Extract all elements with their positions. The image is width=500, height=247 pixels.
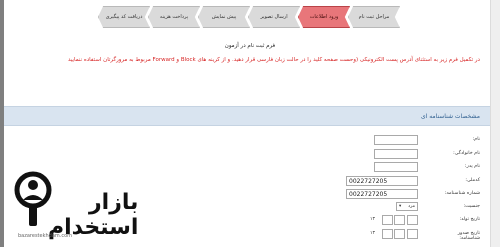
father-label: نام پدر:: [464, 164, 480, 169]
step-tracking-code[interactable]: دریافت کد پیگیری: [98, 6, 150, 28]
step-upload-image[interactable]: ارسال تصویر: [248, 6, 300, 28]
national-code-label: کدملی:: [465, 178, 480, 183]
gender-value: مرد: [408, 204, 415, 209]
gender-label: جنسیت:: [463, 204, 480, 209]
birth-month-input[interactable]: [394, 215, 405, 225]
section-header: مشخصات شناسنامه ای: [4, 106, 490, 126]
step-label: مراحل ثبت نام: [358, 14, 390, 20]
name-input[interactable]: [374, 135, 418, 145]
step-label: ورود اطلاعات: [309, 14, 339, 20]
right-scrollbar[interactable]: [490, 0, 500, 247]
step-label: ارسال تصویر: [260, 14, 288, 20]
chevron-down-icon: ▾: [399, 204, 402, 209]
birth-date-label: تاریخ تولد:: [459, 217, 480, 222]
logo-url: bazarestekhdam.com: [18, 233, 73, 239]
id-number-label: شماره شناسنامه:: [444, 191, 480, 196]
form-title: فرم ثبت نام در آزمون: [224, 43, 276, 49]
issue-year-input[interactable]: [382, 229, 393, 239]
step-payment[interactable]: پرداخت هزینه: [148, 6, 200, 28]
step-label: پیش نمایش: [211, 14, 237, 20]
issue-date-label: تاریخ صدور شناسنامه:: [457, 231, 480, 241]
step-registration[interactable]: مراحل ثبت نام: [348, 6, 400, 28]
step-label: پرداخت هزینه: [159, 14, 189, 20]
father-name-input[interactable]: [374, 162, 418, 172]
family-input[interactable]: [374, 149, 418, 159]
national-code-input[interactable]: [346, 176, 418, 186]
step-data-entry[interactable]: ورود اطلاعات: [298, 6, 350, 28]
name-label: نام:: [472, 137, 480, 142]
notice-text: در تکمیل فرم زیر به استثنای آدرس پست الک…: [67, 57, 480, 63]
birth-year-input[interactable]: [382, 215, 393, 225]
step-preview[interactable]: پیش نمایش: [198, 6, 250, 28]
birth-day-input[interactable]: [407, 215, 418, 225]
section-title: مشخصات شناسنامه ای: [420, 113, 480, 120]
family-label: نام خانوادگی:: [453, 151, 480, 156]
issue-century: ۱۳: [370, 231, 375, 236]
bazarestekhdam-logo: بازار استخدام bazarestekhdam.com: [8, 160, 138, 245]
registration-steps: مراحل ثبت نام ورود اطلاعات ارسال تصویر پ…: [98, 6, 400, 28]
gender-select[interactable]: ▾ مرد: [396, 202, 418, 211]
issue-month-input[interactable]: [394, 229, 405, 239]
id-number-input[interactable]: [346, 189, 418, 199]
issue-day-input[interactable]: [407, 229, 418, 239]
step-label: دریافت کد پیگیری: [105, 14, 143, 20]
birth-century: ۱۳: [370, 217, 375, 222]
